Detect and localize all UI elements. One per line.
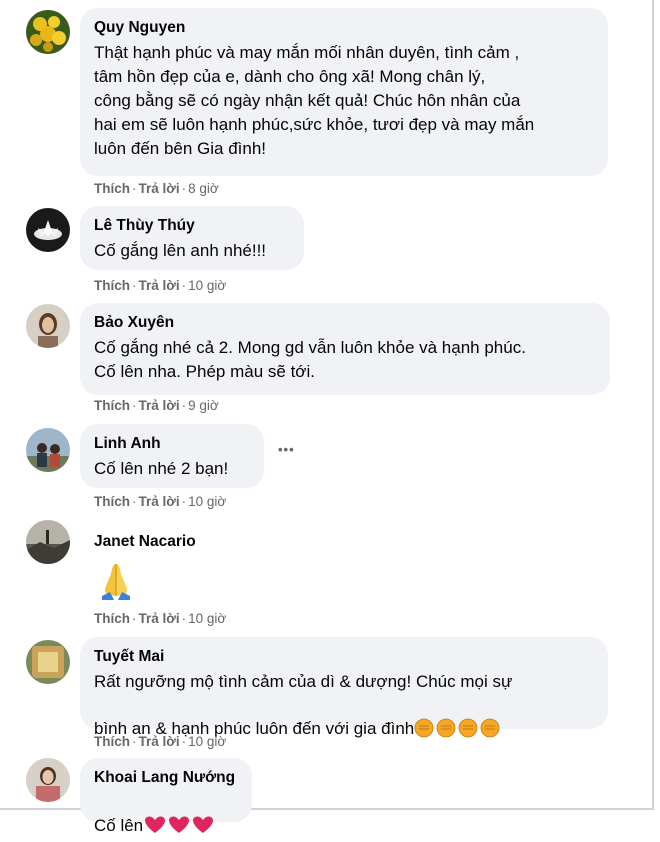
comment-text: Cố gắng nhé cả 2. Mong gd vẫn luôn khỏe … [94,338,526,381]
comment-bubble: Khoai Lang Nướng Cố lên [80,758,252,835]
comment-bubble: Bảo Xuyên Cố gắng nhé cả 2. Mong gd vẫn … [80,303,610,395]
comment-actions: Thích · Trả lời · 10 giờ [94,278,227,293]
comment-timestamp[interactable]: 10 giờ [188,278,226,293]
like-link[interactable]: Thích [94,734,130,749]
comment-text: Cố gắng lên anh nhé!!! [94,241,267,260]
like-link[interactable]: Thích [94,398,130,413]
comment-bubble: Linh Anh Cố lên nhé 2 bạn! [80,424,264,488]
avatar[interactable] [26,428,70,472]
avatar[interactable] [26,304,70,348]
like-link[interactable]: Thích [94,494,130,509]
comment-timestamp[interactable]: 10 giờ [188,494,226,509]
comment-author[interactable]: Lê Thùy Thúy [94,216,290,236]
avatar[interactable] [26,520,70,564]
more-options-icon[interactable]: ••• [278,442,295,457]
avatar[interactable] [26,208,70,252]
comment-author[interactable]: Janet Nacario [94,532,196,552]
comment-author[interactable]: Khoai Lang Nướng [94,768,238,788]
like-link[interactable]: Thích [94,278,130,293]
comment-bubble: Tuyết Mai Rất ngưỡng mộ tình cảm của dì … [80,637,608,738]
red-heart-icon [143,791,215,842]
avatar[interactable] [26,10,70,54]
comment-text: Cố lên nhé 2 bạn! [94,459,229,478]
avatar[interactable] [26,640,70,684]
comment-actions: Thích · Trả lời · 10 giờ [94,734,227,749]
avatar[interactable] [26,758,70,802]
comment-text: Thật hạnh phúc và may mắn mối nhân duyên… [94,43,535,158]
comment-actions: Thích · Trả lời · 9 giờ [94,398,219,413]
comment-actions: Thích · Trả lời · 8 giờ [94,181,219,196]
comment-text: Cố lên [94,791,238,842]
reply-link[interactable]: Trả lời [139,278,180,293]
folded-hands-icon [96,560,136,600]
comment-author[interactable]: Linh Anh [94,434,250,454]
comment-bubble: Quy Nguyen Thật hạnh phúc và may mắn mối… [80,8,608,176]
reply-link[interactable]: Trả lời [139,181,180,196]
comment-author[interactable]: Bảo Xuyên [94,313,596,333]
comment-author[interactable]: Quy Nguyen [94,18,594,38]
comment-timestamp[interactable]: 9 giờ [188,398,219,413]
like-link[interactable]: Thích [94,181,130,196]
comment-actions: Thích · Trả lời · 10 giờ [94,494,227,509]
reply-link[interactable]: Trả lời [139,398,180,413]
comment-author[interactable]: Tuyết Mai [94,647,594,667]
comment-timestamp[interactable]: 8 giờ [188,181,219,196]
raised-fist-icon [414,694,502,745]
comment-timestamp[interactable]: 10 giờ [188,734,226,749]
comment-bubble: Lê Thùy Thúy Cố gắng lên anh nhé!!! [80,206,304,270]
like-link[interactable]: Thích [94,611,130,626]
comment-actions: Thích · Trả lời · 10 giờ [94,611,227,626]
reply-link[interactable]: Trả lời [139,611,180,626]
comment-timestamp[interactable]: 10 giờ [188,611,226,626]
comment-text-content: Cố lên [94,816,144,835]
reply-link[interactable]: Trả lời [139,734,180,749]
reply-link[interactable]: Trả lời [139,494,180,509]
